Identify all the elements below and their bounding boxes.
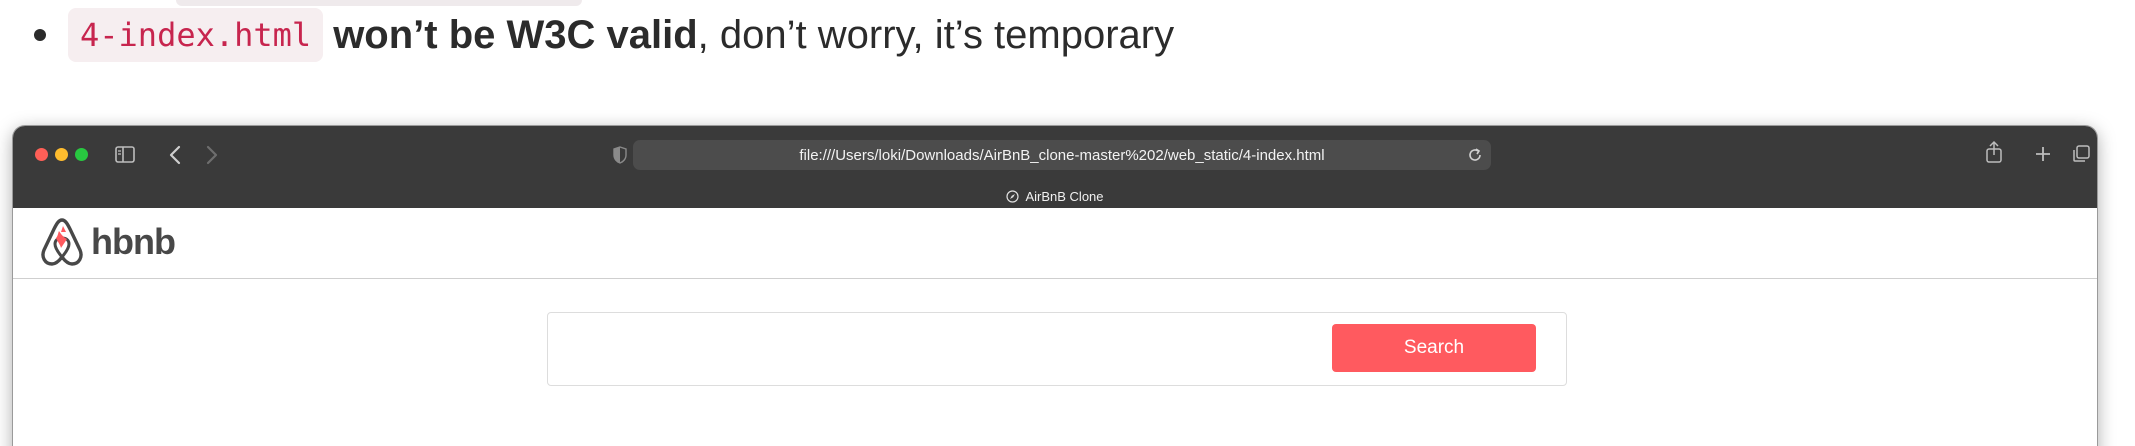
maximize-window-button[interactable]	[75, 148, 88, 161]
close-window-button[interactable]	[35, 148, 48, 161]
back-icon[interactable]	[168, 145, 182, 165]
reload-icon[interactable]	[1467, 147, 1483, 163]
forward-icon[interactable]	[205, 145, 219, 165]
site-header: hbnb	[13, 208, 2097, 279]
browser-toolbar: file:///Users/loki/Downloads/AirBnB_clon…	[13, 126, 2097, 184]
bold-text: won’t be W3C valid	[333, 12, 698, 57]
minimize-window-button[interactable]	[55, 148, 68, 161]
airbnb-logo-icon	[41, 218, 83, 266]
plain-text: , don’t worry, it’s temporary	[697, 12, 1175, 57]
search-button[interactable]: Search	[1332, 324, 1536, 372]
bullet-dot	[34, 29, 46, 41]
page: 4-index.html won’t be W3C valid , don’t …	[0, 0, 2135, 446]
url-text: file:///Users/loki/Downloads/AirBnB_clon…	[799, 146, 1325, 164]
bullet-line: 4-index.html won’t be W3C valid , don’t …	[30, 0, 1174, 70]
address-bar[interactable]: file:///Users/loki/Downloads/AirBnB_clon…	[633, 140, 1491, 170]
browser-window: file:///Users/loki/Downloads/AirBnB_clon…	[13, 126, 2097, 446]
tab-bar: AirBnB Clone	[13, 184, 2097, 208]
compass-icon	[1006, 189, 1020, 203]
site-logo[interactable]: hbnb	[39, 217, 176, 267]
tab-title[interactable]: AirBnB Clone	[1025, 189, 1103, 204]
inline-code: 4-index.html	[68, 8, 324, 62]
filters-section: Search	[547, 312, 1567, 386]
tab-overview-icon[interactable]	[2071, 144, 2091, 164]
shield-icon	[613, 146, 627, 164]
share-icon[interactable]	[1985, 140, 2003, 164]
new-tab-icon[interactable]	[2034, 145, 2052, 163]
logo-text: hbnb	[91, 221, 176, 262]
sidebar-icon[interactable]	[115, 146, 135, 163]
